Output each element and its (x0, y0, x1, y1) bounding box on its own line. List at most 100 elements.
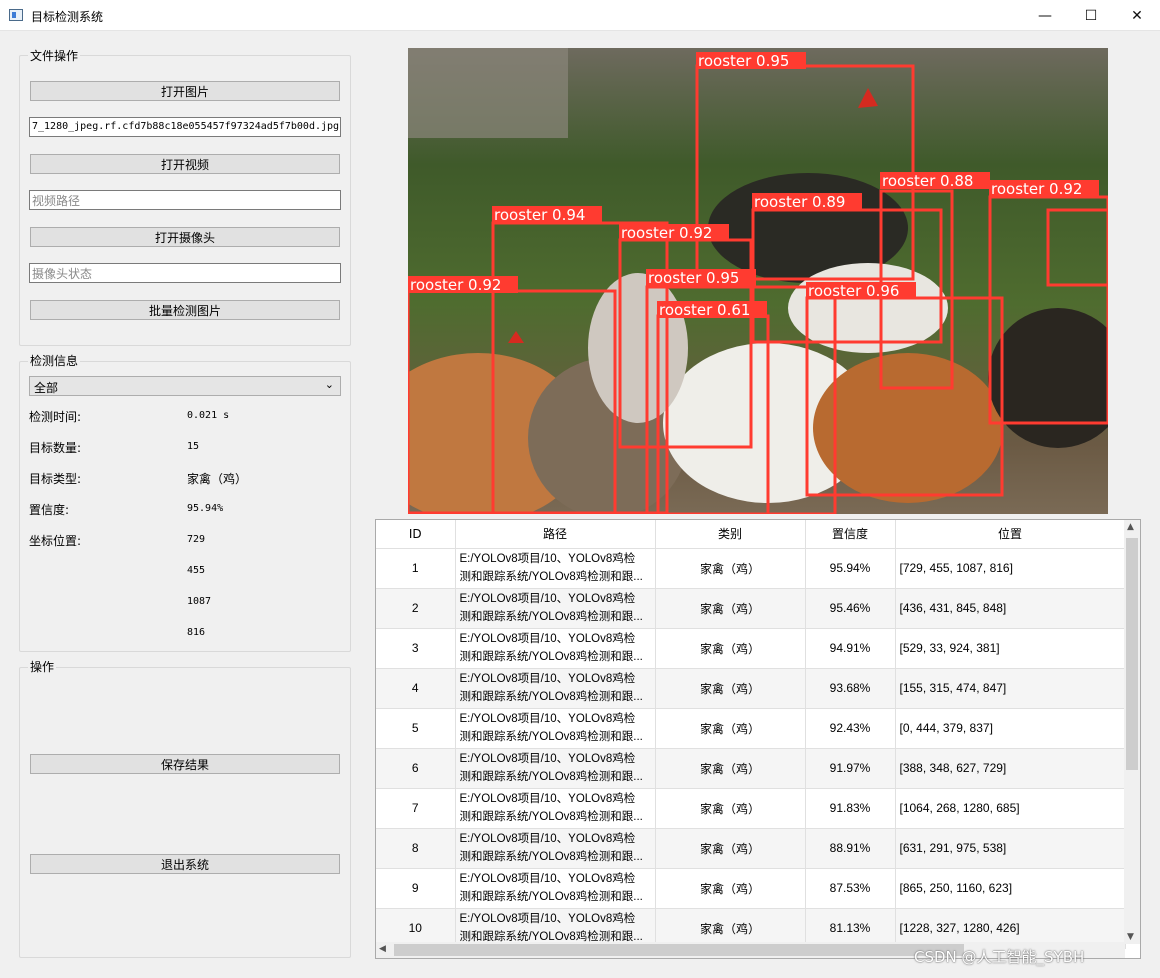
scroll-left-icon[interactable]: ◀ (379, 944, 386, 954)
detection-canvas: rooster 0.95 rooster 0.88 rooster 0.92 r… (408, 48, 1108, 514)
count-label: 目标数量: (29, 441, 82, 455)
path-line: 测和跟踪系统/YOLOv8鸡检测和跟... (459, 731, 643, 743)
target-filter-select[interactable]: 全部 ⌄ (29, 376, 341, 396)
window-title: 目标检测系统 (31, 10, 104, 24)
cell-confidence: 92.43% (805, 708, 896, 749)
image-path-field[interactable]: 7_1280_jpeg.rf.cfd7b88c18e055457f97324ad… (29, 117, 341, 137)
path-line: E:/YOLOv8项目/10、YOLOv8鸡检 (459, 913, 636, 925)
path-line: 测和跟踪系统/YOLOv8鸡检测和跟... (459, 811, 643, 823)
open-video-button[interactable]: 打开视频 (30, 154, 340, 174)
cell-path: E:/YOLOv8项目/10、YOLOv8鸡检 测和跟踪系统/YOLOv8鸡检测和… (455, 748, 656, 789)
table-row[interactable]: 7 E:/YOLOv8项目/10、YOLOv8鸡检 测和跟踪系统/YOLOv8鸡检… (376, 788, 1126, 829)
cell-position: [631, 291, 975, 538] (895, 828, 1126, 869)
hen-shape (788, 263, 948, 353)
bbox-label: rooster 0.95 (648, 269, 739, 287)
table-row[interactable]: 3 E:/YOLOv8项目/10、YOLOv8鸡检 测和跟踪系统/YOLOv8鸡检… (376, 628, 1126, 669)
path-line: E:/YOLOv8项目/10、YOLOv8鸡检 (459, 593, 636, 605)
cell-id: 5 (376, 708, 456, 749)
hen-shape (588, 273, 688, 423)
type-value: 家禽（鸡） (187, 472, 248, 486)
header-id[interactable]: ID (376, 520, 456, 549)
cell-class: 家禽（鸡） (655, 668, 806, 709)
header-confidence[interactable]: 置信度 (805, 520, 896, 549)
bbox-label: rooster 0.94 (494, 206, 585, 224)
confidence-value: 95.94% (187, 503, 224, 514)
file-ops-title: 文件操作 (28, 47, 81, 64)
title-bar: 目标检测系统 — ☐ ✕ (0, 0, 1160, 31)
path-line: E:/YOLOv8项目/10、YOLOv8鸡检 (459, 553, 636, 565)
target-filter-value: 全部 (34, 381, 59, 395)
path-line: 测和跟踪系统/YOLOv8鸡检测和跟... (459, 851, 643, 863)
watermark: CSDN @人工智能_SYBH (914, 948, 1085, 966)
cell-position: [388, 348, 627, 729] (895, 748, 1126, 789)
cell-path: E:/YOLOv8项目/10、YOLOv8鸡检 测和跟踪系统/YOLOv8鸡检测和… (455, 828, 656, 869)
vertical-scroll-thumb[interactable] (1126, 538, 1138, 770)
path-line: E:/YOLOv8项目/10、YOLOv8鸡检 (459, 713, 636, 725)
vertical-scrollbar[interactable]: ▲ ▼ (1124, 520, 1140, 944)
cell-confidence: 91.83% (805, 788, 896, 829)
header-position[interactable]: 位置 (895, 520, 1126, 549)
maximize-button[interactable]: ☐ (1068, 0, 1114, 31)
detection-info-title: 检测信息 (28, 352, 81, 369)
camera-status-field[interactable]: 摄像头状态 (29, 263, 341, 283)
path-line: 测和跟踪系统/YOLOv8鸡检测和跟... (459, 611, 643, 623)
cell-class: 家禽（鸡） (655, 588, 806, 629)
path-line: E:/YOLOv8项目/10、YOLOv8鸡检 (459, 633, 636, 645)
cell-path: E:/YOLOv8项目/10、YOLOv8鸡检 测和跟踪系统/YOLOv8鸡检测和… (455, 668, 656, 709)
header-class[interactable]: 类别 (655, 520, 806, 549)
cell-position: [865, 250, 1160, 623] (895, 868, 1126, 909)
path-line: 测和跟踪系统/YOLOv8鸡检测和跟... (459, 771, 643, 783)
open-camera-button[interactable]: 打开摄像头 (30, 227, 340, 247)
position-label: 坐标位置: (29, 534, 82, 548)
open-image-button[interactable]: 打开图片 (30, 81, 340, 101)
bbox-label: rooster 0.92 (621, 224, 712, 242)
table-row[interactable]: 4 E:/YOLOv8项目/10、YOLOv8鸡检 测和跟踪系统/YOLOv8鸡检… (376, 668, 1126, 709)
table-row[interactable]: 2 E:/YOLOv8项目/10、YOLOv8鸡检 测和跟踪系统/YOLOv8鸡检… (376, 588, 1126, 629)
cell-class: 家禽（鸡） (655, 828, 806, 869)
path-line: E:/YOLOv8项目/10、YOLOv8鸡检 (459, 833, 636, 845)
bbox-label: rooster 0.95 (698, 52, 789, 70)
cell-class: 家禽（鸡） (655, 788, 806, 829)
path-line: 测和跟踪系统/YOLOv8鸡检测和跟... (459, 651, 643, 663)
batch-detect-button[interactable]: 批量检测图片 (30, 300, 340, 320)
detection-image: rooster 0.95 rooster 0.88 rooster 0.92 r… (408, 48, 1108, 514)
cell-id: 4 (376, 668, 456, 709)
header-path[interactable]: 路径 (455, 520, 656, 549)
path-line: 测和跟踪系统/YOLOv8鸡检测和跟... (459, 691, 643, 703)
close-button[interactable]: ✕ (1114, 0, 1160, 31)
cell-confidence: 94.91% (805, 628, 896, 669)
table-row[interactable]: 6 E:/YOLOv8项目/10、YOLOv8鸡检 测和跟踪系统/YOLOv8鸡检… (376, 748, 1126, 789)
cell-confidence: 93.68% (805, 668, 896, 709)
cell-confidence: 95.46% (805, 588, 896, 629)
table-row[interactable]: 8 E:/YOLOv8项目/10、YOLOv8鸡检 测和跟踪系统/YOLOv8鸡检… (376, 828, 1126, 869)
wall-shape (408, 48, 568, 138)
horizontal-scroll-thumb[interactable] (394, 944, 964, 956)
minimize-button[interactable]: — (1022, 0, 1068, 31)
bbox-label: rooster 0.92 (410, 276, 501, 294)
app-icon (9, 9, 23, 21)
xmin-value: 729 (187, 534, 206, 545)
cell-confidence: 95.94% (805, 548, 896, 589)
table-header-row: ID 路径 类别 置信度 位置 (376, 520, 1126, 549)
cell-position: [155, 315, 474, 847] (895, 668, 1126, 709)
cell-path: E:/YOLOv8项目/10、YOLOv8鸡检 测和跟踪系统/YOLOv8鸡检测和… (455, 868, 656, 909)
scroll-down-icon[interactable]: ▼ (1127, 932, 1134, 942)
type-label: 目标类型: (29, 472, 82, 486)
cell-id: 1 (376, 548, 456, 589)
results-table-panel[interactable]: ID 路径 类别 置信度 位置 1 E:/YOLOv8项目/10、YOLOv8鸡… (375, 519, 1141, 959)
cell-id: 6 (376, 748, 456, 789)
video-path-field[interactable]: 视频路径 (29, 190, 341, 210)
exit-system-button[interactable]: 退出系统 (30, 854, 340, 874)
cell-position: [529, 33, 924, 381] (895, 628, 1126, 669)
cell-class: 家禽（鸡） (655, 548, 806, 589)
scroll-up-icon[interactable]: ▲ (1127, 522, 1134, 532)
table-row[interactable]: 5 E:/YOLOv8项目/10、YOLOv8鸡检 测和跟踪系统/YOLOv8鸡检… (376, 708, 1126, 749)
save-results-button[interactable]: 保存结果 (30, 754, 340, 774)
path-line: E:/YOLOv8项目/10、YOLOv8鸡检 (459, 873, 636, 885)
table-row[interactable]: 9 E:/YOLOv8项目/10、YOLOv8鸡检 测和跟踪系统/YOLOv8鸡检… (376, 868, 1126, 909)
cell-position: [0, 444, 379, 837] (895, 708, 1126, 749)
cell-id: 2 (376, 588, 456, 629)
cell-confidence: 91.97% (805, 748, 896, 789)
table-row[interactable]: 1 E:/YOLOv8项目/10、YOLOv8鸡检 测和跟踪系统/YOLOv8鸡检… (376, 548, 1126, 589)
path-line: E:/YOLOv8项目/10、YOLOv8鸡检 (459, 793, 636, 805)
